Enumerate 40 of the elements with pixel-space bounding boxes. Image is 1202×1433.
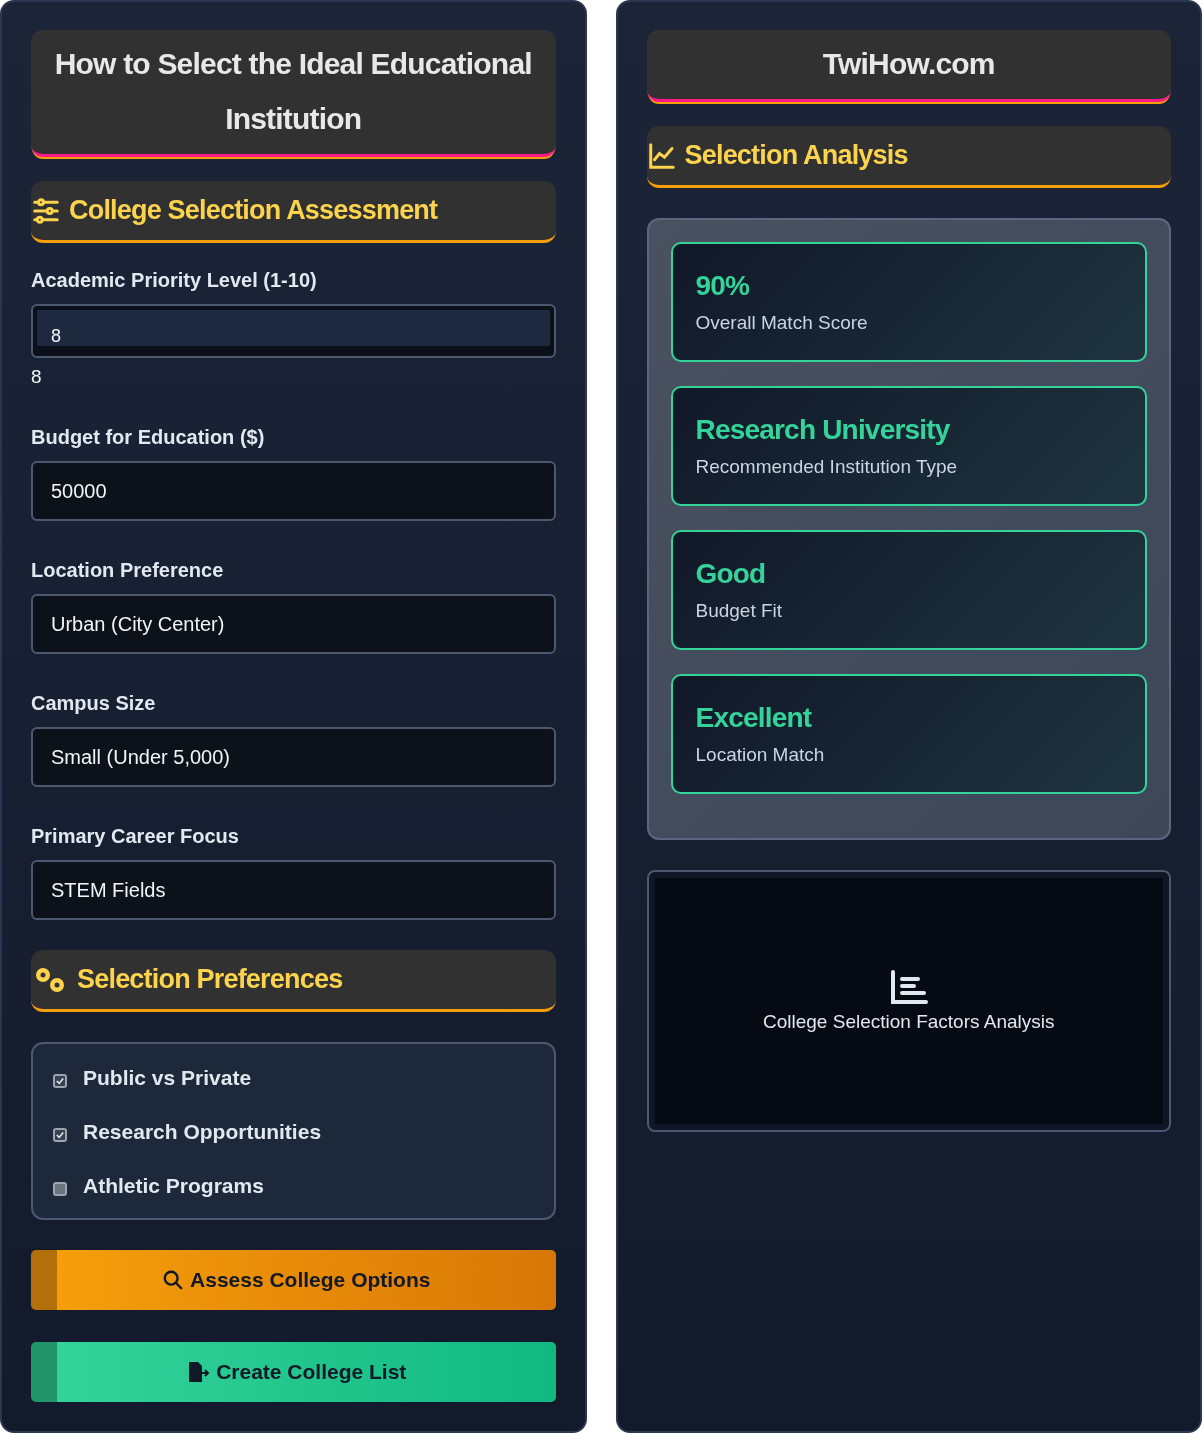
checkbox[interactable] xyxy=(53,1074,67,1088)
slider-field[interactable]: 8 xyxy=(31,304,556,358)
checkbox-label: Public vs Private xyxy=(83,1066,252,1090)
result-label: Budget Fit xyxy=(695,600,784,622)
site-title: TwiHow.com xyxy=(646,30,1171,102)
select-field[interactable]: Small (Under 5,000) xyxy=(31,727,556,787)
result-label: Location Match xyxy=(695,744,826,766)
field-label: Academic Priority Level (1-10) xyxy=(31,269,318,292)
result-value: Excellent xyxy=(695,702,813,734)
check-icon xyxy=(56,1131,64,1139)
slider-reading: 8 xyxy=(31,366,43,388)
field-label: Campus Size xyxy=(31,692,157,715)
checkbox[interactable] xyxy=(53,1182,67,1196)
field-label: Budget for Education ($) xyxy=(31,426,266,449)
checkbox[interactable] xyxy=(53,1128,67,1142)
section-header: Selection Preferences xyxy=(31,950,556,1012)
field-label: Primary Career Focus xyxy=(31,825,240,848)
sliders-icon xyxy=(31,195,61,226)
budget-input[interactable]: 50000 xyxy=(31,461,556,521)
result-value: Research University xyxy=(695,414,951,446)
section-header: Selection Analysis xyxy=(646,126,1171,188)
search-icon xyxy=(162,1269,185,1291)
result-value: Good xyxy=(695,558,767,590)
result-label: Recommended Institution Type xyxy=(695,456,959,478)
select-field[interactable]: STEM Fields xyxy=(31,860,556,920)
field-label: Location Preference xyxy=(31,559,225,582)
section-header: College Selection Assessment xyxy=(31,181,556,243)
check-icon xyxy=(56,1077,64,1085)
file-export-icon xyxy=(186,1360,211,1384)
bar-chart-icon xyxy=(888,969,929,1005)
checkbox-label: Research Opportunities xyxy=(83,1120,322,1144)
line-chart-icon xyxy=(646,140,677,171)
chart-placeholder-text: College Selection Factors Analysis xyxy=(763,1011,1055,1033)
result-value: 90% xyxy=(695,270,751,302)
checkbox-label: Athletic Programs xyxy=(83,1174,264,1198)
page-title: How to Select the Ideal Educational Institution xyxy=(31,30,556,157)
result-label: Overall Match Score xyxy=(695,312,869,334)
create-list-button[interactable]: Create College List xyxy=(31,1342,556,1402)
select-field[interactable]: Urban (City Center) xyxy=(31,594,556,654)
assess-button[interactable]: Assess College Options xyxy=(31,1250,556,1310)
